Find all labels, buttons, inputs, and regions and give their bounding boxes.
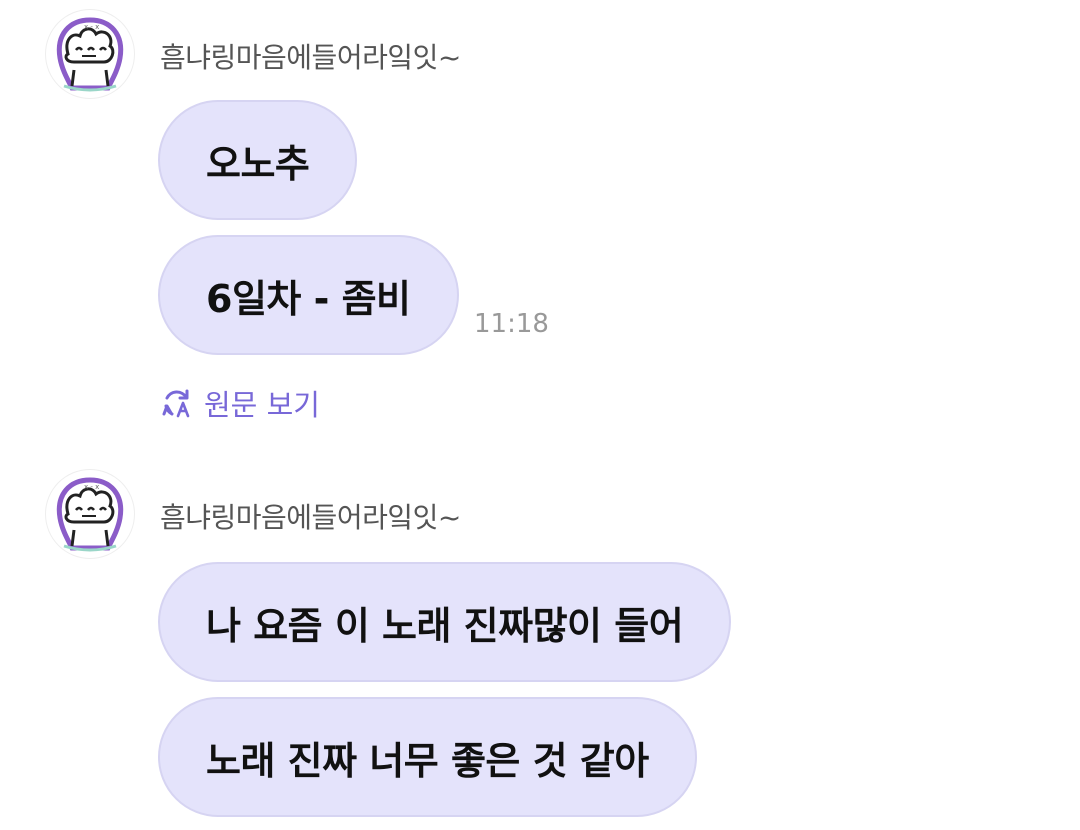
view-original-label: 원문 보기 xyxy=(204,388,320,422)
avatar[interactable]: x - x xyxy=(46,470,134,558)
cartoon-character-avatar-icon: x - x xyxy=(47,471,133,557)
svg-text:x - x: x - x xyxy=(84,23,99,31)
message-bubble[interactable]: 나 요즘 이 노래 진짜많이 들어 xyxy=(158,562,732,682)
view-original-button[interactable]: 원문 보기 xyxy=(160,382,320,424)
avatar[interactable]: x - x xyxy=(46,10,134,98)
translate-refresh-icon xyxy=(162,389,190,418)
message-bubble[interactable]: 6일차 - 좀비 xyxy=(158,235,459,355)
cartoon-character-avatar-icon: x - x xyxy=(47,11,133,97)
message-timestamp: 11:18 xyxy=(474,309,549,339)
chat-window: x - x 흠냐링마음에들어라잌잇~ 오노추 6일차 - 좀비 11:18 원문… xyxy=(0,0,1080,830)
message-bubble[interactable]: 오노추 xyxy=(158,100,358,220)
sender-name: 흠냐링마음에들어라잌잇~ xyxy=(160,501,461,534)
svg-text:x - x: x - x xyxy=(84,483,99,491)
sender-name: 흠냐링마음에들어라잌잇~ xyxy=(160,41,461,74)
message-bubble[interactable]: 노래 진짜 너무 좋은 것 같아 xyxy=(158,697,697,817)
